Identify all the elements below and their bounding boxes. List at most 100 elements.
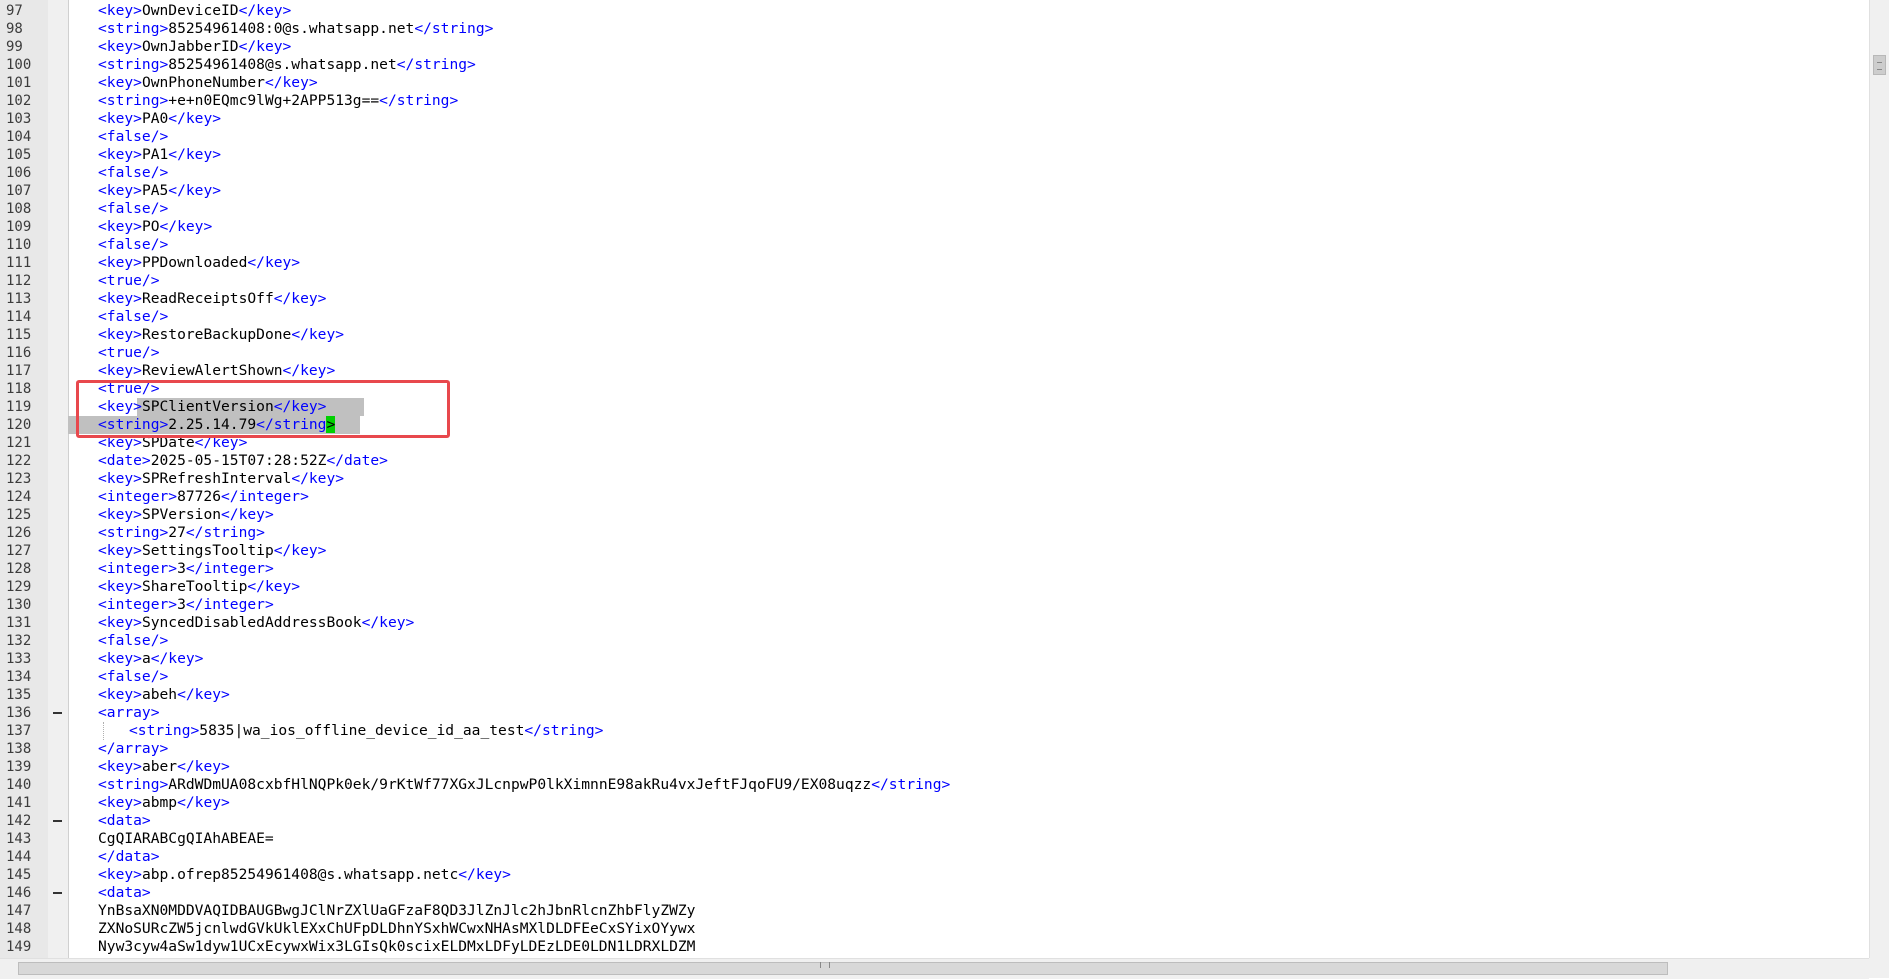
- code-line[interactable]: 139 <key>aber</key>: [0, 758, 1869, 776]
- xml-tag: </key>: [168, 146, 222, 163]
- code-line[interactable]: 100 <string>85254961408@s.whatsapp.net</s…: [0, 56, 1869, 74]
- xml-tag: <string>: [98, 20, 169, 37]
- code-line[interactable]: 101 <key>OwnPhoneNumber</key>: [0, 74, 1869, 92]
- code-line[interactable]: 126 <string>27</string>: [0, 524, 1869, 542]
- code-line[interactable]: 111 <key>PPDownloaded</key>: [0, 254, 1869, 272]
- code-line[interactable]: 132 <false/>: [0, 632, 1869, 650]
- xml-tag: </key>: [247, 578, 301, 595]
- code-line[interactable]: 112 <true/>: [0, 272, 1869, 290]
- line-number: 122: [6, 453, 32, 469]
- xml-value: ReadReceiptsOff: [141, 290, 274, 307]
- xml-tag: <false/>: [98, 236, 169, 253]
- code-text: CgQIARABCgQIAhABEAE=: [98, 830, 274, 848]
- xml-tag: </string>: [524, 722, 604, 739]
- line-number: 148: [6, 921, 32, 937]
- xml-tag: </date>: [326, 452, 388, 469]
- code-text: <true/>: [98, 344, 160, 362]
- xml-tag: </string>: [185, 524, 265, 541]
- code-line[interactable]: 106 <false/>: [0, 164, 1869, 182]
- xml-tag: <key>: [98, 470, 142, 487]
- code-line[interactable]: 137 <string>5835|wa_ios_offline_device_id…: [0, 722, 1869, 740]
- fold-collapse-icon[interactable]: [53, 892, 62, 894]
- code-line[interactable]: 143 CgQIARABCgQIAhABEAE=: [0, 830, 1869, 848]
- code-line[interactable]: 145 <key>abp.ofrep85254961408@s.whatsapp.…: [0, 866, 1869, 884]
- code-line[interactable]: 144 </data>: [0, 848, 1869, 866]
- code-line[interactable]: 99 <key>OwnJabberID</key>: [0, 38, 1869, 56]
- code-line[interactable]: 107 <key>PA5</key>: [0, 182, 1869, 200]
- vertical-scroll-thumb[interactable]: [1873, 55, 1886, 75]
- code-text: <data>: [98, 884, 151, 902]
- code-line[interactable]: 104 <false/>: [0, 128, 1869, 146]
- code-line[interactable]: 127 <key>SettingsTooltip</key>: [0, 542, 1869, 560]
- xml-tag: <key>: [98, 38, 142, 55]
- code-text: </array>: [98, 740, 168, 758]
- horizontal-scroll-thumb[interactable]: [18, 962, 1668, 975]
- xml-tag: <key>: [98, 794, 142, 811]
- line-number: 99: [6, 39, 23, 55]
- xml-value: abeh: [141, 686, 178, 703]
- code-line[interactable]: 135 <key>abeh</key>: [0, 686, 1869, 704]
- code-line[interactable]: 114 <false/>: [0, 308, 1869, 326]
- xml-tag: <key>: [98, 110, 142, 127]
- xml-tag: </integer>: [185, 596, 274, 613]
- line-number: 103: [6, 111, 32, 127]
- code-line[interactable]: 98 <string>85254961408:0@s.whatsapp.net</…: [0, 20, 1869, 38]
- code-line[interactable]: 122 <date>2025-05-15T07:28:52Z</date>: [0, 452, 1869, 470]
- code-line[interactable]: 115 <key>RestoreBackupDone</key>: [0, 326, 1869, 344]
- xml-tag: </array>: [98, 740, 169, 757]
- code-line[interactable]: 108 <false/>: [0, 200, 1869, 218]
- fold-collapse-icon[interactable]: [53, 712, 62, 714]
- line-number: 144: [6, 849, 32, 865]
- code-line[interactable]: 133 <key>a</key>: [0, 650, 1869, 668]
- fold-collapse-icon[interactable]: [53, 820, 62, 822]
- code-line[interactable]: 109 <key>PO</key>: [0, 218, 1869, 236]
- xml-value: ZXNoSURcZW5jcnlwdGVkUklEXxChUFpDLDhnYSxh…: [98, 920, 696, 937]
- line-number: 124: [6, 489, 32, 505]
- xml-tag: <array>: [98, 704, 160, 721]
- code-line[interactable]: 142 <data>: [0, 812, 1869, 830]
- code-line[interactable]: 140 <string>ARdWDmUA08cxbfHlNQPk0ek/9rKtW…: [0, 776, 1869, 794]
- code-line[interactable]: 130 <integer>3</integer>: [0, 596, 1869, 614]
- code-editor[interactable]: 97 <key>OwnDeviceID</key> 98 <string>852549…: [0, 0, 1869, 958]
- vertical-scrollbar[interactable]: [1869, 0, 1889, 958]
- xml-tag: <key>: [98, 326, 142, 343]
- code-line[interactable]: 129 <key>ShareTooltip</key>: [0, 578, 1869, 596]
- line-number: 129: [6, 579, 32, 595]
- code-line[interactable]: 147 YnBsaXN0MDDVAQIDBAUGBwgJClNrZXlUaGFza…: [0, 902, 1869, 920]
- code-text: <false/>: [98, 128, 168, 146]
- code-text: YnBsaXN0MDDVAQIDBAUGBwgJClNrZXlUaGFzaF8Q…: [98, 902, 695, 920]
- code-line[interactable]: 113 <key>ReadReceiptsOff</key>: [0, 290, 1869, 308]
- xml-tag: <false/>: [98, 668, 169, 685]
- code-line[interactable]: 117 <key>ReviewAlertShown</key>: [0, 362, 1869, 380]
- code-line[interactable]: 149 Nyw3cyw4aSw1dyw1UCxEcywxWix3LGIsQk0sc…: [0, 938, 1869, 956]
- xml-tag: <string>: [98, 776, 169, 793]
- code-line[interactable]: 146 <data>: [0, 884, 1869, 902]
- code-line[interactable]: 102 <string>+e+n0EQmc9lWg+2APP513g==</str…: [0, 92, 1869, 110]
- line-number: 101: [6, 75, 32, 91]
- horizontal-scrollbar[interactable]: [0, 958, 1869, 979]
- xml-tag: </key>: [247, 254, 301, 271]
- code-text: <string>5835|wa_ios_offline_device_id_aa…: [129, 722, 603, 740]
- code-line[interactable]: 124 <integer>87726</integer>: [0, 488, 1869, 506]
- xml-tag: </integer>: [185, 560, 274, 577]
- code-line[interactable]: 103 <key>PA0</key>: [0, 110, 1869, 128]
- code-line[interactable]: 131 <key>SyncedDisabledAddressBook</key>: [0, 614, 1869, 632]
- xml-tag: <key>: [98, 506, 142, 523]
- code-line[interactable]: 134 <false/>: [0, 668, 1869, 686]
- code-line[interactable]: 116 <true/>: [0, 344, 1869, 362]
- code-line[interactable]: 136 <array>: [0, 704, 1869, 722]
- code-line[interactable]: 97 <key>OwnDeviceID</key>: [0, 2, 1869, 20]
- line-number: 149: [6, 939, 32, 955]
- code-line[interactable]: 148 ZXNoSURcZW5jcnlwdGVkUklEXxChUFpDLDhnY…: [0, 920, 1869, 938]
- code-line[interactable]: 105 <key>PA1</key>: [0, 146, 1869, 164]
- code-text: <false/>: [98, 164, 168, 182]
- code-line[interactable]: 141 <key>abmp</key>: [0, 794, 1869, 812]
- scroll-grip-icon: [820, 962, 830, 968]
- code-line[interactable]: 128 <integer>3</integer>: [0, 560, 1869, 578]
- code-line[interactable]: 110 <false/>: [0, 236, 1869, 254]
- code-line[interactable]: 125 <key>SPVersion</key>: [0, 506, 1869, 524]
- code-line[interactable]: 138 </array>: [0, 740, 1869, 758]
- annotation-highlight-box: [76, 380, 450, 438]
- line-number: 117: [6, 363, 32, 379]
- code-line[interactable]: 123 <key>SPRefreshInterval</key>: [0, 470, 1869, 488]
